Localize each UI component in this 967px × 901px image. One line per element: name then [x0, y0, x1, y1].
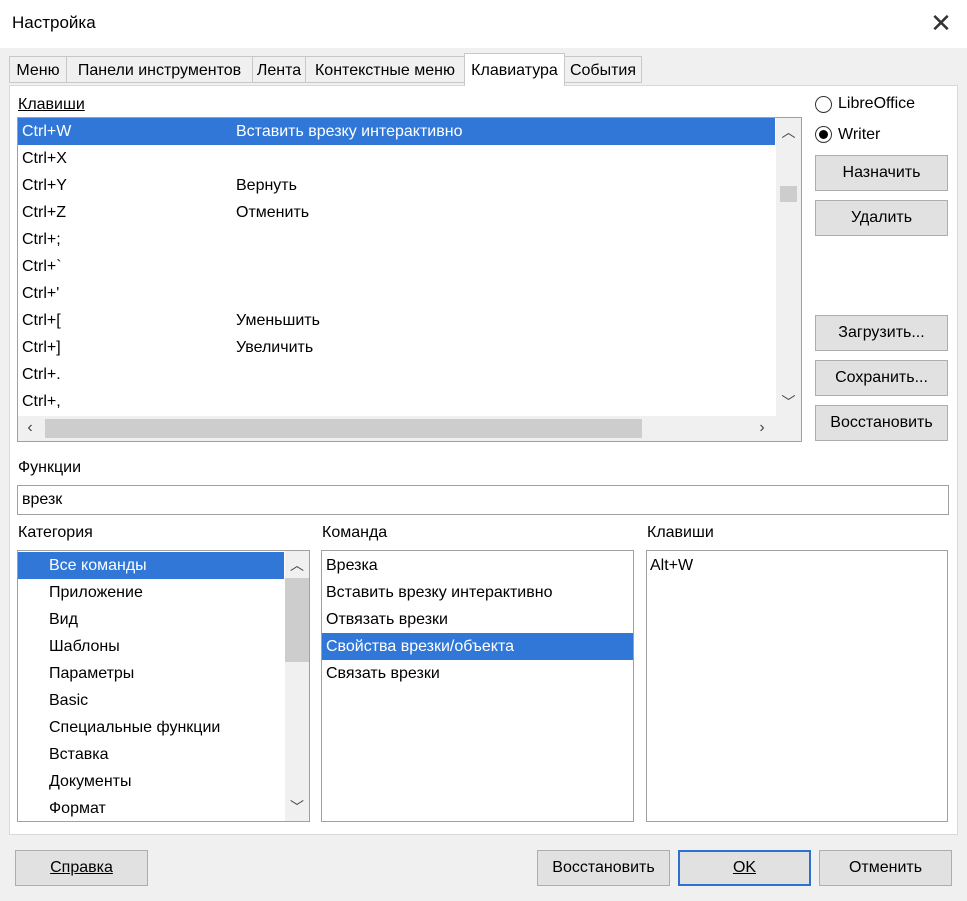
category-scrollbar[interactable]: ︿ ﹀ [285, 551, 309, 821]
chevron-down-icon[interactable]: ﹀ [776, 392, 801, 412]
list-item[interactable]: Alt+W [647, 552, 947, 579]
cancel-button[interactable]: Отменить [819, 850, 952, 886]
list-item[interactable]: Все команды [18, 552, 284, 579]
help-button[interactable]: Справка [15, 850, 148, 886]
command-list[interactable]: Врезка Вставить врезку интерактивно Отвя… [321, 550, 634, 822]
chevron-up-icon[interactable]: ︿ [285, 555, 309, 575]
tab-toolbars[interactable]: Панели инструментов [66, 56, 253, 83]
reset-button[interactable]: Восстановить [537, 850, 670, 886]
keys-horizontal-scrollbar[interactable]: ‹ › [18, 416, 801, 441]
scrollbar-thumb[interactable] [780, 186, 797, 202]
shortcut-row[interactable]: Ctrl+Z Отменить [18, 199, 775, 226]
keys-section-label: Клавиши [18, 96, 85, 113]
shortcut-row[interactable]: Ctrl+W Вставить врезку интерактивно [18, 118, 775, 145]
shortcut-row[interactable]: Ctrl+; [18, 226, 775, 253]
chevron-left-icon[interactable]: ‹ [20, 419, 40, 439]
tab-menu[interactable]: Меню [9, 56, 67, 83]
shortcut-keys-list[interactable]: Ctrl+W Вставить врезку интерактивно Ctrl… [17, 117, 802, 442]
shortcut-row[interactable]: Ctrl+] Увеличить [18, 334, 775, 361]
load-button[interactable]: Загрузить... [815, 315, 948, 351]
list-item[interactable]: Специальные функции [18, 714, 284, 741]
shortcut-row[interactable]: Ctrl+, [18, 388, 775, 415]
close-icon[interactable]: ✕ [925, 6, 957, 40]
command-keys-list[interactable]: Alt+W [646, 550, 948, 822]
list-item[interactable]: Связать врезки [322, 660, 633, 687]
shortcut-row[interactable]: Ctrl+' [18, 280, 775, 307]
list-item[interactable]: Вставить врезку интерактивно [322, 579, 633, 606]
list-item[interactable]: Шаблоны [18, 633, 284, 660]
list-item[interactable]: Вид [18, 606, 284, 633]
chevron-right-icon[interactable]: › [752, 419, 772, 439]
shortcut-row[interactable]: Ctrl+. [18, 361, 775, 388]
category-label: Категория [18, 524, 93, 541]
tab-context-menus[interactable]: Контекстные меню [305, 56, 465, 83]
assign-button[interactable]: Назначить [815, 155, 948, 191]
window-title: Настройка [12, 13, 96, 32]
shortcut-row[interactable]: Ctrl+X [18, 145, 775, 172]
scrollbar-thumb[interactable] [285, 578, 309, 662]
list-item[interactable]: Вставка [18, 741, 284, 768]
chevron-down-icon[interactable]: ﹀ [285, 797, 309, 817]
scrollbar-thumb[interactable] [45, 419, 642, 438]
chevron-up-icon[interactable]: ︿ [776, 122, 801, 142]
list-item[interactable]: Свойства врезки/объекта [322, 633, 633, 660]
shortcut-row[interactable]: Ctrl+` [18, 253, 775, 280]
tab-keyboard[interactable]: Клавиатура [464, 53, 565, 86]
tab-events[interactable]: События [564, 56, 642, 83]
shortcut-row[interactable]: Ctrl+[ Уменьшить [18, 307, 775, 334]
delete-button[interactable]: Удалить [815, 200, 948, 236]
list-item[interactable]: Приложение [18, 579, 284, 606]
radio-writer-label: Writer [838, 126, 881, 143]
radio-libreoffice-label: LibreOffice [838, 95, 916, 112]
radio-writer[interactable] [815, 126, 835, 146]
list-item[interactable]: Отвязать врезки [322, 606, 633, 633]
tab-ribbon[interactable]: Лента [252, 56, 306, 83]
reset-keys-button[interactable]: Восстановить [815, 405, 948, 441]
category-list[interactable]: Все команды Приложение Вид Шаблоны Парам… [17, 550, 310, 822]
function-search-input[interactable]: врезк [17, 485, 949, 515]
shortcut-row[interactable]: Ctrl+Y Вернуть [18, 172, 775, 199]
keys-vertical-scrollbar[interactable]: ︿ ﹀ [776, 118, 801, 416]
list-item[interactable]: Документы [18, 768, 284, 795]
list-item[interactable]: Врезка [322, 552, 633, 579]
list-item[interactable]: Basic [18, 687, 284, 714]
command-keys-label: Клавиши [647, 524, 714, 541]
title-bar [0, 0, 967, 48]
list-item[interactable]: Параметры [18, 660, 284, 687]
ok-button[interactable]: OK [678, 850, 811, 886]
list-item[interactable]: Формат [18, 795, 284, 821]
radio-libreoffice[interactable] [815, 96, 835, 116]
save-button[interactable]: Сохранить... [815, 360, 948, 396]
functions-label: Функции [18, 459, 82, 476]
command-label: Команда [322, 524, 388, 541]
